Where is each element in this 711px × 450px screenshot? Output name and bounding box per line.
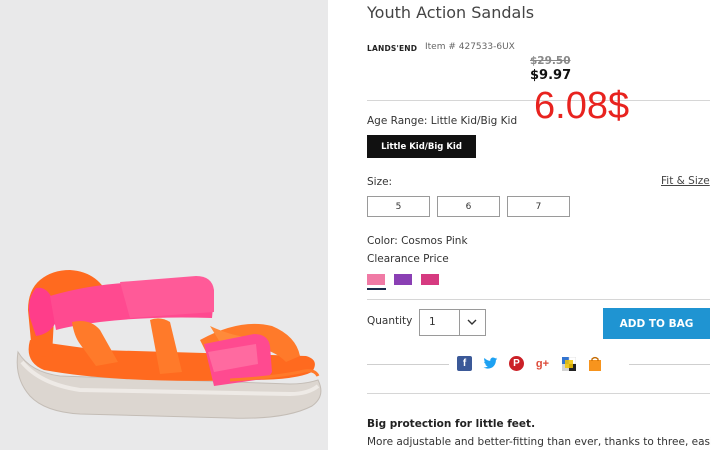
clearance-price-label: Clearance Price bbox=[367, 253, 449, 265]
gift-bag-icon[interactable] bbox=[587, 356, 602, 371]
swatch-selected-indicator bbox=[367, 288, 386, 290]
color-label: Color: Cosmos Pink bbox=[367, 235, 468, 247]
quantity-label: Quantity bbox=[367, 315, 413, 327]
age-range-label: Age Range: Little Kid/Big Kid bbox=[367, 115, 518, 127]
divider bbox=[367, 299, 710, 300]
quantity-select[interactable]: 1 bbox=[419, 309, 486, 336]
brand-logo: LANDS'END bbox=[367, 44, 418, 53]
size-option-7[interactable]: 7 bbox=[507, 196, 570, 217]
google-plus-icon[interactable]: g+ bbox=[535, 356, 550, 371]
swatch-cosmos-pink[interactable] bbox=[367, 274, 385, 285]
original-price: $29.50 bbox=[530, 55, 571, 67]
product-info-panel: Youth Action Sandals LANDS'END Item # 42… bbox=[367, 0, 711, 450]
share-icons: f P g+ bbox=[457, 356, 602, 371]
share-divider-right bbox=[629, 364, 710, 365]
sandal-product-image bbox=[16, 270, 322, 419]
age-range-option-selected[interactable]: Little Kid/Big Kid bbox=[367, 135, 476, 158]
size-option-6[interactable]: 6 bbox=[437, 196, 500, 217]
swatch-purple[interactable] bbox=[394, 274, 412, 285]
product-image-pane[interactable] bbox=[0, 0, 328, 450]
chevron-down-icon bbox=[467, 319, 477, 325]
share-divider-left bbox=[367, 364, 449, 365]
pinterest-icon[interactable]: P bbox=[509, 356, 524, 371]
quantity-value: 1 bbox=[429, 316, 436, 328]
quantity-select-separator bbox=[459, 310, 460, 335]
item-number: Item # 427533-6UX bbox=[425, 42, 515, 52]
facebook-icon[interactable]: f bbox=[457, 356, 472, 371]
description-heading: Big protection for little feet. bbox=[367, 418, 536, 430]
add-to-bag-button[interactable]: ADD TO BAG bbox=[603, 308, 710, 339]
size-option-5[interactable]: 5 bbox=[367, 196, 430, 217]
twitter-icon[interactable] bbox=[483, 356, 498, 371]
divider bbox=[367, 393, 710, 394]
sale-price: $9.97 bbox=[530, 68, 572, 83]
swatch-magenta[interactable] bbox=[421, 274, 439, 285]
price-annotation: 6.08$ bbox=[534, 85, 630, 127]
product-title: Youth Action Sandals bbox=[367, 3, 535, 22]
delicious-icon[interactable] bbox=[561, 356, 576, 371]
description-body: More adjustable and better-fitting than … bbox=[367, 436, 711, 448]
size-label: Size: bbox=[367, 176, 393, 188]
fit-and-size-link[interactable]: Fit & Size bbox=[661, 175, 710, 187]
